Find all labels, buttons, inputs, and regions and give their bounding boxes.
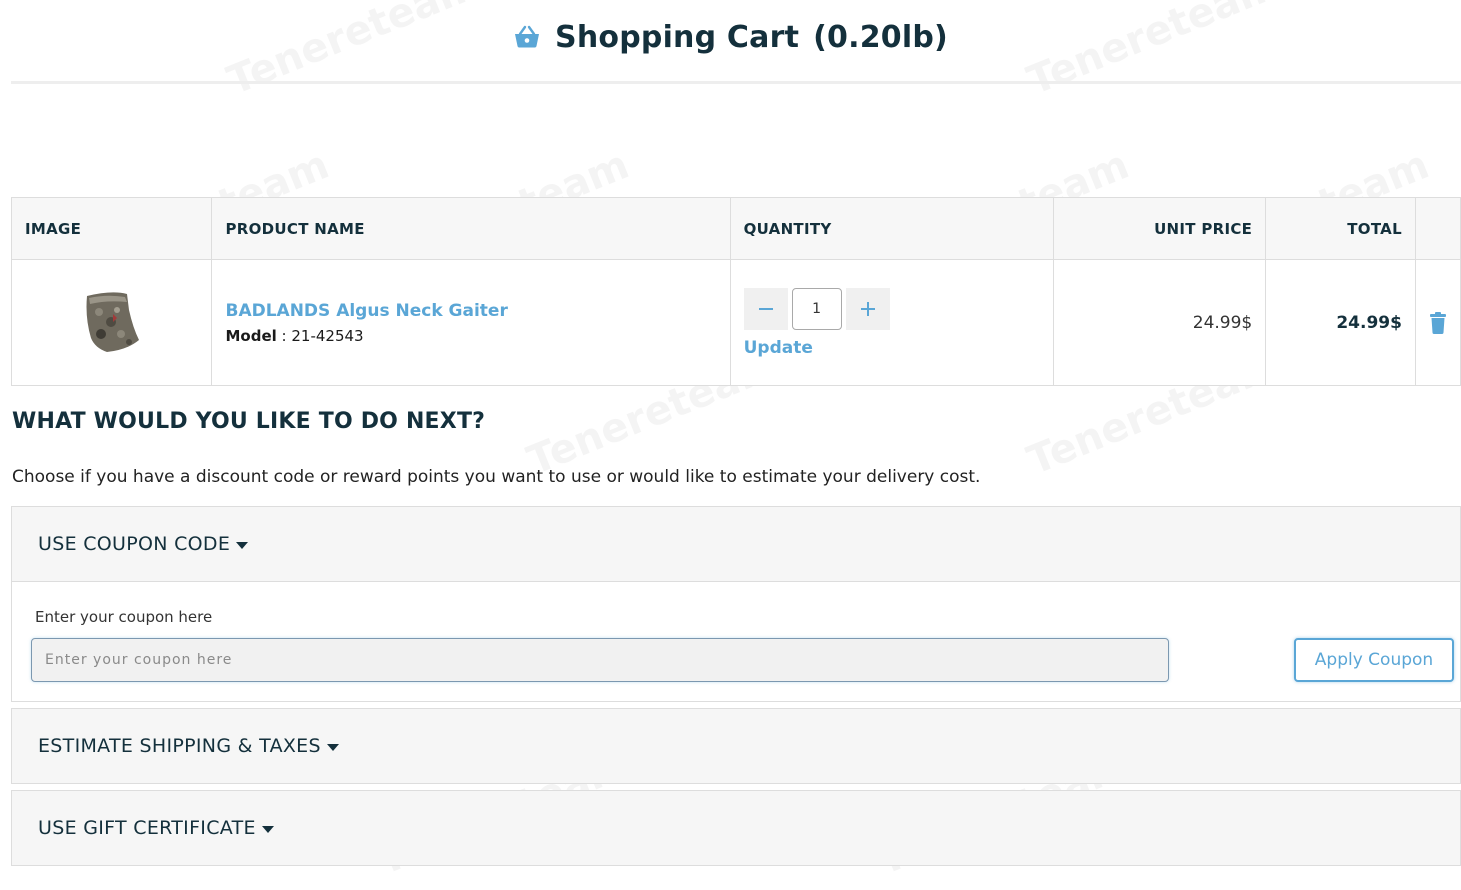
line-total: 24.99$ <box>1336 312 1402 333</box>
cart-weight: (0.20lb) <box>813 19 948 55</box>
remove-cell <box>1414 259 1461 386</box>
column-header-unit-price: UNIT PRICE <box>1052 197 1267 260</box>
page-title: Shopping Cart (0.20lb) <box>555 20 948 55</box>
minus-icon <box>758 307 773 310</box>
coupon-panel-heading: USE COUPON CODE <box>38 533 231 555</box>
model-label: Model <box>225 326 277 345</box>
table-row: BADLANDS Algus Neck Gaiter Model : 21-42… <box>10 259 1461 386</box>
quantity-decrease-button[interactable] <box>743 287 788 330</box>
unit-price: 24.99$ <box>1192 312 1253 333</box>
column-header-remove <box>1414 197 1461 260</box>
model-value: 21-42543 <box>291 326 364 345</box>
shipping-panel-toggle[interactable]: ESTIMATE SHIPPING & TAXES <box>12 709 1460 783</box>
header-divider <box>11 81 1461 84</box>
quantity-increase-button[interactable] <box>845 287 890 330</box>
coupon-panel: USE COUPON CODE Enter your coupon here A… <box>11 506 1461 702</box>
plus-icon <box>860 301 875 316</box>
quantity-input[interactable] <box>791 287 842 330</box>
product-image-cell <box>10 259 213 386</box>
quantity-stepper <box>743 287 1040 330</box>
coupon-input[interactable] <box>31 638 1169 682</box>
caret-down-icon <box>326 743 339 751</box>
quantity-cell: Update <box>729 259 1054 386</box>
gift-certificate-panel: USE GIFT CERTIFICATE <box>11 790 1461 866</box>
cart-table: IMAGE PRODUCT NAME QUANTITY UNIT PRICE T… <box>10 197 1461 386</box>
apply-coupon-button[interactable]: Apply Coupon <box>1294 638 1454 682</box>
coupon-label: Enter your coupon here <box>35 608 213 626</box>
cart-header-row: IMAGE PRODUCT NAME QUANTITY UNIT PRICE T… <box>10 197 1461 260</box>
column-header-quantity: QUANTITY <box>729 197 1054 260</box>
caret-down-icon <box>261 825 274 833</box>
update-quantity-link[interactable]: Update <box>744 338 813 358</box>
product-name-cell: BADLANDS Algus Neck Gaiter Model : 21-42… <box>211 259 731 386</box>
product-thumbnail[interactable] <box>77 288 147 358</box>
column-header-product-name: PRODUCT NAME <box>211 197 731 260</box>
shipping-panel-heading: ESTIMATE SHIPPING & TAXES <box>38 735 321 757</box>
shipping-panel: ESTIMATE SHIPPING & TAXES <box>11 708 1461 784</box>
next-steps-title: WHAT WOULD YOU LIKE TO DO NEXT? <box>12 409 486 434</box>
gift-certificate-panel-heading: USE GIFT CERTIFICATE <box>38 817 256 839</box>
page-header: Shopping Cart (0.20lb) <box>0 14 1461 60</box>
trash-icon[interactable] <box>1429 311 1447 334</box>
unit-price-cell: 24.99$ <box>1052 259 1267 386</box>
coupon-panel-body: Enter your coupon here Apply Coupon <box>12 581 1460 701</box>
product-name-link[interactable]: BADLANDS Algus Neck Gaiter <box>225 301 716 321</box>
page-title-text: Shopping Cart <box>555 19 800 55</box>
total-cell: 24.99$ <box>1265 259 1416 386</box>
gift-certificate-panel-toggle[interactable]: USE GIFT CERTIFICATE <box>12 791 1460 865</box>
basket-icon <box>515 25 540 48</box>
product-model: Model : 21-42543 <box>225 326 364 345</box>
column-header-image: IMAGE <box>10 197 213 260</box>
caret-down-icon <box>236 541 249 549</box>
column-header-total: TOTAL <box>1265 197 1416 260</box>
next-steps-description: Choose if you have a discount code or re… <box>12 467 981 487</box>
coupon-panel-toggle[interactable]: USE COUPON CODE <box>12 507 1460 581</box>
